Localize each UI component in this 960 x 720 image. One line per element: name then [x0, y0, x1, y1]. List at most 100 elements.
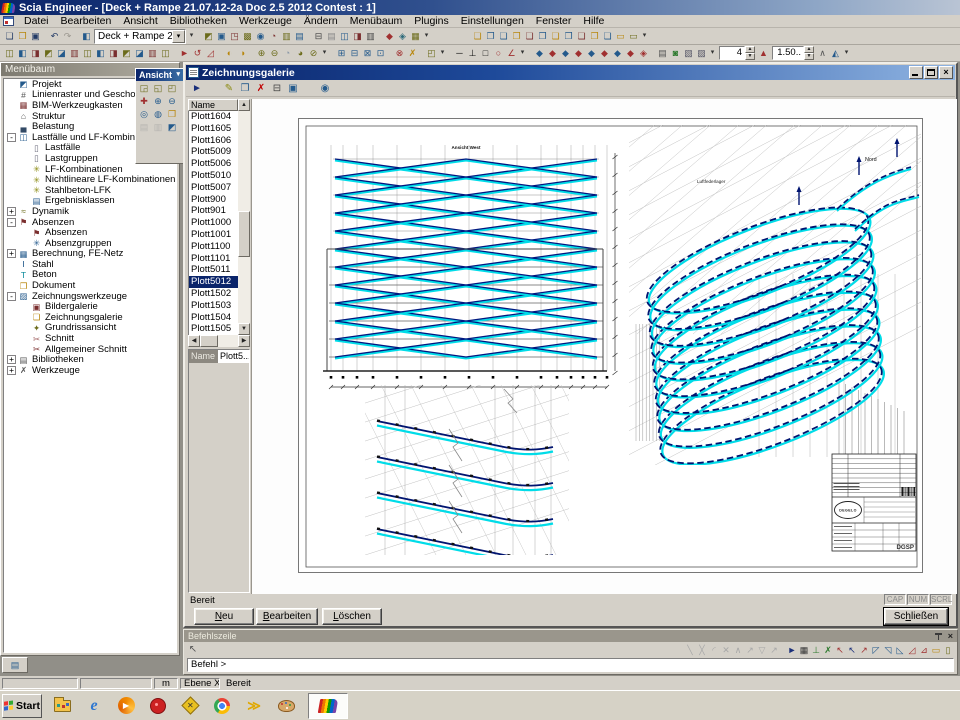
snap-mode-icon[interactable]: ▦: [798, 643, 810, 657]
toolbar-icon[interactable]: ◈: [637, 46, 650, 60]
snap-mode-icon[interactable]: ◺: [894, 643, 906, 657]
gallery-item[interactable]: Plott1504: [189, 312, 238, 324]
toolbar-icon[interactable]: ○: [492, 46, 505, 60]
minimize-button[interactable]: [909, 66, 923, 79]
chrome-icon[interactable]: [210, 694, 234, 718]
panel-dock-tab[interactable]: ▤: [2, 657, 28, 673]
toolbar-icon[interactable]: ◿: [204, 46, 217, 60]
maximize-button[interactable]: [924, 66, 938, 79]
snap-mode-icon[interactable]: ◜: [708, 643, 720, 657]
tree-item[interactable]: ▤ Ergebnisklassen: [4, 196, 176, 207]
tree-item[interactable]: ✳ Stahlbeton-LFK: [4, 185, 176, 196]
zoom-value[interactable]: 1.50..: [772, 46, 804, 60]
project-selector[interactable]: Deck + Rampe 21.07 ▾: [94, 29, 186, 44]
scia-engineer-task-button[interactable]: [308, 693, 348, 719]
new-project-icon[interactable]: ❏: [3, 29, 16, 43]
tree-item[interactable]: - ▨ Zeichnungswerkzeuge: [4, 291, 176, 302]
toolbar-icon[interactable]: ◆: [572, 46, 585, 60]
zoom-in-icon[interactable]: ⊕: [151, 95, 165, 108]
gallery-item[interactable]: Plott1604: [189, 111, 238, 123]
menu-item[interactable]: Menübaum: [344, 15, 409, 27]
toolbar-icon[interactable]: ▤: [325, 29, 338, 43]
toolbar-icon[interactable]: ◆: [585, 46, 598, 60]
toolbar-icon[interactable]: ◨: [29, 46, 42, 60]
toolbar-icon[interactable]: ▧: [682, 46, 695, 60]
tree-item[interactable]: Ⅰ Stahl: [4, 259, 176, 270]
gallery-item[interactable]: Plott5006: [189, 158, 238, 170]
list-header-name[interactable]: Name: [188, 99, 238, 111]
gallery-item[interactable]: Plott1100: [189, 241, 238, 253]
mdi-child-icon[interactable]: [3, 16, 14, 26]
window-tool-icon[interactable]: ▭: [627, 29, 640, 43]
menu-item[interactable]: Werkzeuge: [233, 15, 298, 27]
scroll-down-icon[interactable]: ▼: [238, 323, 250, 335]
window-tool-icon[interactable]: ❏: [497, 29, 510, 43]
snap-mode-icon[interactable]: ▽: [756, 643, 768, 657]
window-tool-icon[interactable]: ❏: [549, 29, 562, 43]
gallery-item[interactable]: Plott901: [189, 205, 238, 217]
toolbar-icon[interactable]: ◐: [223, 46, 236, 60]
scale-value[interactable]: 4: [719, 46, 745, 60]
toolbar-icon[interactable]: ◨: [351, 29, 364, 43]
gallery-item[interactable]: Plott5010: [189, 170, 238, 182]
view-tool-icon[interactable]: ◍: [151, 108, 165, 121]
scrollbar-thumb[interactable]: [238, 211, 250, 257]
toolbar-icon[interactable]: ▤: [293, 29, 306, 43]
tree-item[interactable]: ▣ Bildergalerie: [4, 301, 176, 312]
toolbar-icon[interactable]: ◔: [281, 46, 294, 60]
toolbar-icon[interactable]: ◧: [16, 46, 29, 60]
window-tool-icon[interactable]: ❏: [471, 29, 484, 43]
toolbar-icon[interactable]: ◧: [94, 46, 107, 60]
tree-item[interactable]: - ⚑ Absenzen: [4, 217, 176, 228]
gallery-item[interactable]: Plott5011: [189, 264, 238, 276]
scroll-left-icon[interactable]: ◀: [188, 335, 200, 347]
tree-item[interactable]: T Beton: [4, 270, 176, 281]
toolbar-icon[interactable]: ◫: [159, 46, 172, 60]
toolbar-icon[interactable]: ◨: [107, 46, 120, 60]
scale-spinner[interactable]: 4 ▲▼: [719, 46, 755, 60]
toolbar-icon[interactable]: ◪: [55, 46, 68, 60]
toolbar-icon[interactable]: ◆: [533, 46, 546, 60]
toolbar-icon[interactable]: ▨: [695, 46, 708, 60]
dialog-titlebar[interactable]: Zeichnungsgalerie ×: [186, 65, 955, 80]
snap-mode-icon[interactable]: ▭: [930, 643, 942, 657]
pin-icon[interactable]: [935, 633, 942, 640]
view-tool-icon[interactable]: ❒: [165, 108, 179, 121]
expand-toggle-icon[interactable]: +: [7, 207, 16, 216]
status-unit[interactable]: m: [154, 678, 178, 689]
snap-mode-icon[interactable]: ╳: [696, 643, 708, 657]
tree-item[interactable]: ✦ Grundrissansicht: [4, 323, 176, 334]
gallery-item[interactable]: Plott5007: [189, 182, 238, 194]
tree-item[interactable]: ✳ Nichtlineare LF-Kombinationen: [4, 174, 176, 185]
save-icon[interactable]: ▣: [29, 29, 42, 43]
toolbar-icon[interactable]: ▲: [757, 46, 770, 60]
window-tool-icon[interactable]: ❏: [523, 29, 536, 43]
toolbar-icon[interactable]: ▥: [364, 29, 377, 43]
project-dropdown-icon[interactable]: ▾: [187, 29, 196, 43]
toolbar-icon[interactable]: ◭: [829, 46, 842, 60]
start-button[interactable]: Start: [2, 694, 42, 718]
snap-mode-icon[interactable]: ▯: [942, 643, 954, 657]
menu-item[interactable]: Plugins: [408, 15, 454, 27]
tree-item[interactable]: ⚑ Absenzen: [4, 227, 176, 238]
snap-mode-icon[interactable]: ↗: [744, 643, 756, 657]
dialog-button[interactable]: Neu: [194, 608, 254, 625]
horizontal-scrollbar[interactable]: ◀ ▶: [188, 335, 250, 347]
toolbar-icon[interactable]: ▣: [215, 29, 228, 43]
chevron-down-icon[interactable]: ▾: [176, 69, 180, 81]
command-panel-titlebar[interactable]: Befehlszeile ×: [184, 630, 957, 642]
gallery-item[interactable]: Plott1101: [189, 253, 238, 265]
gallery-item[interactable]: Plott1605: [189, 123, 238, 135]
print-icon[interactable]: ⊟: [312, 29, 325, 43]
toolbar-icon[interactable]: ─: [453, 46, 466, 60]
toolbar-icon[interactable]: ▥: [146, 46, 159, 60]
snap-mode-icon[interactable]: ◸: [870, 643, 882, 657]
view-tool-icon[interactable]: ▤: [137, 121, 151, 134]
toolbar-icon[interactable]: ◰: [425, 46, 438, 60]
preview-icon[interactable]: ◉: [317, 81, 333, 96]
close-button[interactable]: ×: [939, 66, 953, 79]
dropdown-arrow-icon[interactable]: ▾: [708, 46, 717, 60]
gallery-item[interactable]: Plott1505: [189, 323, 238, 335]
close-icon[interactable]: ×: [948, 632, 953, 641]
toolbar-icon[interactable]: ◳: [228, 29, 241, 43]
